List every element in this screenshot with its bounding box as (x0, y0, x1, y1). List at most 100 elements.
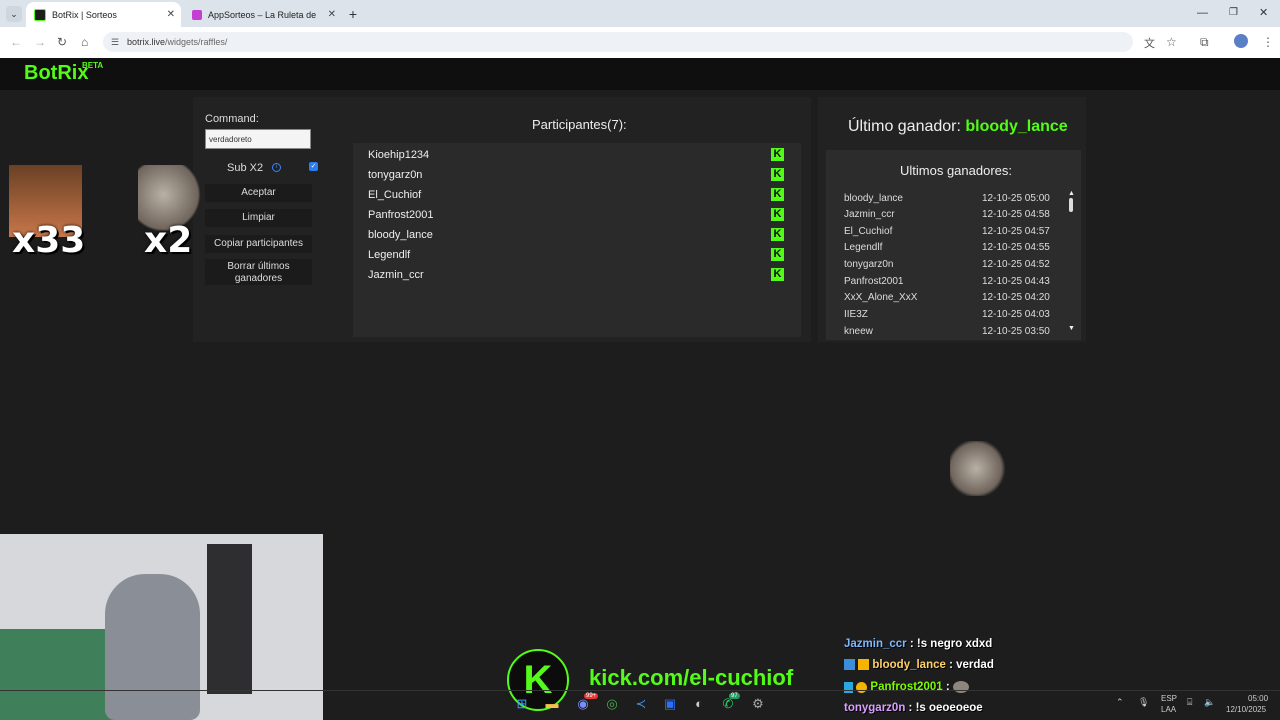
kick-icon: K (771, 188, 784, 201)
kick-icon: K (771, 268, 784, 281)
language-indicator[interactable]: ESP (1161, 694, 1177, 703)
copy-participants-button[interactable]: Copiar participantes (205, 235, 312, 253)
last-winner-name: bloody_lance (965, 118, 1068, 135)
close-tab-icon[interactable]: ✕ (167, 9, 175, 20)
participants-title: Participantes(7): (532, 117, 627, 132)
winners-rows: bloody_lance 12-10-25 05:00 Jazmin_ccr 1… (826, 192, 1066, 338)
tab-search-button[interactable]: ⌄ (6, 6, 22, 22)
webcam-feed (0, 534, 323, 720)
close-window-icon[interactable]: ✕ (1259, 6, 1268, 19)
subx2-label: Sub X2 (227, 162, 264, 174)
tab-appsorteos[interactable]: AppSorteos – La Ruleta de la Suerte ✕ (184, 2, 342, 27)
sub-badge-icon (858, 659, 870, 671)
emote-multiplier: x33 (12, 220, 86, 261)
botrix-logo[interactable]: BotRix (24, 62, 88, 85)
bookmark-star-icon[interactable]: ☆ (1166, 35, 1177, 49)
address-bar[interactable]: botrix.live/widgets/raffles/ (103, 32, 1133, 52)
windows-start-icon[interactable]: ⊞ (514, 696, 530, 712)
reload-icon[interactable]: ↻ (57, 35, 67, 49)
chat-user: bloody_lance (872, 659, 946, 671)
winner-time: 12-10-25 04:20 (982, 292, 1050, 303)
chat-text: : verdad (949, 659, 994, 671)
winner-name: Panfrost2001 (844, 276, 904, 287)
winner-name: IIE3Z (844, 309, 868, 320)
minimize-icon[interactable]: — (1197, 7, 1208, 19)
profile-avatar[interactable] (1234, 34, 1248, 48)
accept-button[interactable]: Aceptar (205, 184, 312, 202)
participant-name: bloody_lance (368, 229, 433, 241)
kick-icon: K (771, 228, 784, 241)
info-icon[interactable]: i (272, 163, 281, 172)
winner-time: 12-10-25 04:52 (982, 259, 1050, 270)
participant-name: Jazmin_ccr (368, 269, 424, 281)
chrome-icon[interactable]: ◎ (604, 696, 620, 712)
tab-botrix[interactable]: BotRix | Sorteos ✕ (26, 2, 181, 27)
site-info-icon[interactable]: ☰ (111, 37, 119, 48)
obs-icon[interactable]: ◐ (691, 696, 707, 712)
taskbar-divider (0, 690, 1280, 691)
discord-badge: 99+ (584, 693, 599, 699)
clear-button[interactable]: Limpiar (205, 209, 312, 227)
winner-time: 12-10-25 03:50 (982, 326, 1050, 337)
settings-gear-icon[interactable]: ⚙ (750, 696, 766, 712)
microphone-icon[interactable]: 🎙 (1138, 697, 1149, 708)
winner-name: El_Cuchiof (844, 226, 893, 237)
winner-time: 12-10-25 04:55 (982, 242, 1050, 253)
extensions-icon[interactable]: ⧉ (1200, 35, 1209, 50)
forward-icon[interactable]: → (34, 35, 46, 49)
command-input[interactable] (205, 129, 311, 149)
delete-last-winners-button[interactable]: Borrar últimos ganadores (205, 259, 312, 285)
person (105, 574, 200, 720)
last-winner-heading: Último ganador: bloody_lance (848, 118, 1068, 136)
new-tab-button[interactable]: + (345, 6, 361, 22)
chat-message: Panfrost2001 : (844, 681, 969, 693)
scroll-down-icon[interactable]: ▼ (1068, 325, 1075, 332)
appsorteos-favicon-icon (192, 9, 202, 20)
winner-time: 12-10-25 04:57 (982, 226, 1050, 237)
volume-icon[interactable]: 🔈 (1204, 697, 1215, 708)
beta-badge: BETA (82, 61, 104, 70)
clock-time[interactable]: 05:00 (1248, 694, 1268, 703)
chat-text: : !s oeoeoeoe (908, 702, 983, 714)
back-icon[interactable]: ← (10, 35, 22, 49)
winner-name: tonygarz0n (844, 259, 894, 270)
badge-icon (844, 659, 855, 671)
winner-name: bloody_lance (844, 193, 903, 204)
kick-icon: K (771, 208, 784, 221)
participant-name: Panfrost2001 (368, 209, 434, 221)
last-winner-label: Último ganador: (848, 118, 961, 135)
chat-message: Jazmin_ccr : !s negro xdxd (844, 638, 992, 650)
emote-multiplier: x2 (144, 220, 193, 261)
chat-message: tonygarz0n : !s oeoeoeoe (844, 702, 983, 714)
winners-scrollbar[interactable] (1069, 198, 1073, 212)
vscode-icon[interactable]: ≺ (633, 696, 649, 712)
scroll-up-icon[interactable]: ▲ (1068, 190, 1075, 197)
winner-time: 12-10-25 04:03 (982, 309, 1050, 320)
restore-icon[interactable]: ❐ (1229, 7, 1238, 18)
participant-name: tonygarz0n (368, 169, 423, 181)
participant-name: Legendlf (368, 249, 411, 261)
home-icon[interactable]: ⌂ (81, 35, 88, 49)
kick-url: kick.com/el-cuchiof (589, 665, 794, 690)
winner-time: 12-10-25 04:58 (982, 209, 1050, 220)
chat-user: Jazmin_ccr (844, 638, 907, 650)
chat-text: : (945, 681, 950, 694)
url-host: botrix.live (127, 37, 166, 47)
translate-icon[interactable]: 文 (1144, 35, 1155, 51)
chat-user: tonygarz0n (844, 702, 906, 714)
chat-text: : !s negro xdxd (909, 638, 993, 650)
participant-name: Kioehip1234 (368, 149, 430, 161)
network-icon[interactable]: ⌸ (1187, 697, 1192, 708)
subx2-checkbox[interactable]: ✓ (309, 162, 318, 171)
tab-label: BotRix | Sorteos (52, 9, 117, 20)
tray-chevron-icon[interactable]: ⌃ (1116, 697, 1124, 708)
close-tab-icon[interactable]: ✕ (328, 9, 336, 20)
kick-icon: K (771, 168, 784, 181)
file-explorer-icon[interactable]: ▬ (544, 696, 560, 712)
winner-name: XxX_Alone_XxX (844, 292, 918, 303)
rat-emote-icon (952, 681, 969, 693)
winner-time: 12-10-25 04:43 (982, 276, 1050, 287)
app-icon[interactable]: ▣ (662, 696, 678, 712)
winners-list-title: Ultimos ganadores: (900, 163, 1012, 178)
menu-kebab-icon[interactable]: ⋮ (1262, 35, 1274, 49)
